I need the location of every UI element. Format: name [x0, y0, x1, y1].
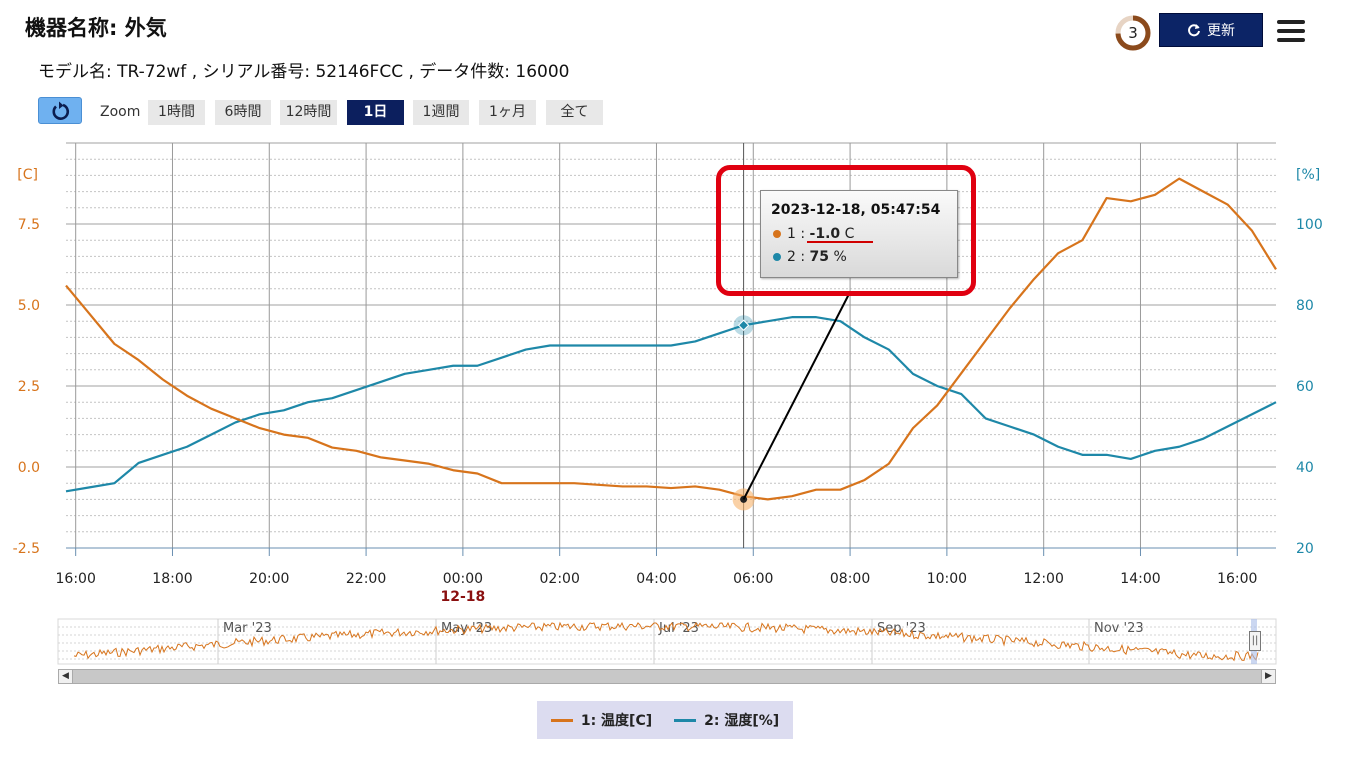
x-tick-label: 04:00: [636, 571, 676, 587]
x-tick-label: 12:00: [1024, 571, 1064, 587]
tooltip-row-temperature: 1 : -1.0 C: [773, 226, 854, 242]
value-underline: [807, 241, 873, 243]
scroll-left-icon[interactable]: ◀: [58, 669, 73, 684]
tooltip-date: 2023-12-18, 05:47:54: [771, 202, 941, 218]
x-tick-label: 16:00: [56, 571, 96, 587]
navigator-month-label: Sep '23: [877, 621, 926, 636]
left-axis-tick-label: 5.0: [18, 298, 40, 314]
temperature-dot-icon: [773, 230, 781, 238]
x-tick-label: 16:00: [1217, 571, 1257, 587]
left-axis-unit-label: [C]: [17, 167, 38, 183]
annotation-connector-line: [742, 293, 850, 500]
legend-item-temperature[interactable]: 1: 温度[C]: [550, 710, 653, 730]
navigator-handle[interactable]: ||: [1249, 631, 1261, 651]
humidity-series-line: [65, 316, 1277, 493]
left-axis-tick-label: 0.0: [18, 460, 40, 476]
chart-legend: 1: 温度[C] 2: 湿度[%]: [537, 701, 793, 739]
humidity-dot-icon: [773, 253, 781, 261]
time-series-chart[interactable]: 16:00 18:00 20:00 22:00 00:00 12-18 02:00 04:00…: [0, 0, 1347, 775]
chart-tooltip: 2023-12-18, 05:47:54 1 : -1.0 C 2 : 75 %: [760, 190, 958, 278]
scroll-right-icon[interactable]: ▶: [1261, 669, 1276, 684]
navigator-chart[interactable]: Mar '23 May '23 Jul '23 Sep '23 Nov '23: [57, 618, 1277, 665]
x-tick-label: 10:00: [927, 571, 967, 587]
x-tick-label: 02:00: [540, 571, 580, 587]
left-axis-tick-label: -2.5: [13, 541, 40, 557]
right-axis-tick-label: 100: [1296, 217, 1323, 233]
x-tick-label: 08:00: [830, 571, 870, 587]
legend-item-humidity[interactable]: 2: 湿度[%]: [674, 710, 779, 730]
tooltip-humidity-value: 75: [809, 249, 830, 265]
tooltip-row-humidity: 2 : 75 %: [773, 249, 847, 265]
legend-label-humidity: 2: 湿度[%]: [704, 713, 780, 729]
navigator-month-label: Nov '23: [1094, 621, 1144, 636]
left-axis-tick-label: 2.5: [18, 379, 40, 395]
x-date-label: 12-18: [440, 589, 485, 605]
x-tick-label: 22:00: [346, 571, 386, 587]
x-tick-label: 14:00: [1120, 571, 1160, 587]
x-tick-label: 00:00: [443, 571, 483, 587]
x-tick-label: 20:00: [249, 571, 289, 587]
legend-swatch-temperature: [550, 718, 573, 722]
x-tick-label: 18:00: [152, 571, 192, 587]
left-axis-tick-label: 7.5: [18, 217, 40, 233]
right-axis-tick-label: 40: [1296, 460, 1314, 476]
right-axis-tick-label: 80: [1296, 298, 1314, 314]
x-tick-label: 06:00: [733, 571, 773, 587]
right-axis-tick-label: 20: [1296, 541, 1314, 557]
legend-swatch-humidity: [674, 718, 697, 722]
right-axis-unit-label: [%]: [1296, 167, 1320, 183]
legend-label-temperature: 1: 温度[C]: [580, 713, 653, 729]
navigator-month-label: Mar '23: [223, 621, 272, 636]
navigator-scrollbar[interactable]: [58, 669, 1276, 684]
right-axis-tick-label: 60: [1296, 379, 1314, 395]
tooltip-temperature-value: -1.0: [809, 226, 841, 242]
